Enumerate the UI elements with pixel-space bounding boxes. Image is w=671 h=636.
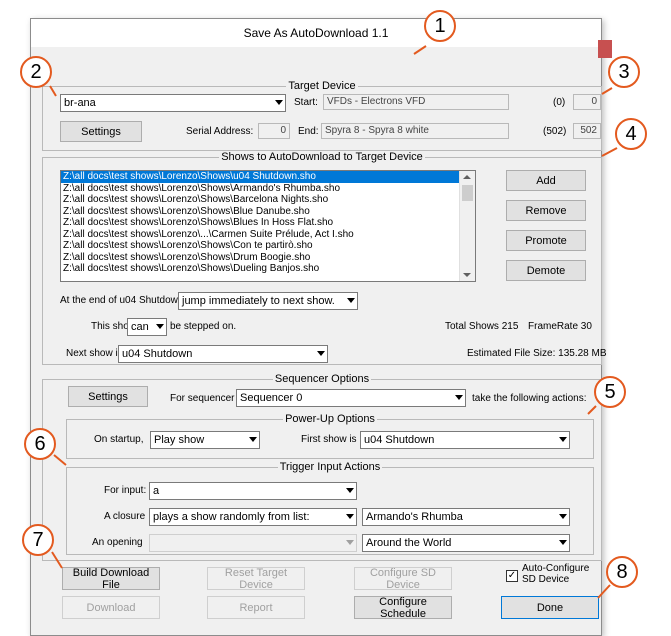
callout-leaders bbox=[49, 45, 618, 599]
leader-6 bbox=[53, 454, 67, 466]
leader-5 bbox=[587, 405, 597, 415]
callout-2: 2 bbox=[20, 56, 52, 88]
leader-8 bbox=[597, 584, 611, 599]
callout-5: 5 bbox=[594, 376, 626, 408]
callout-1: 1 bbox=[424, 10, 456, 42]
callout-3: 3 bbox=[608, 56, 640, 88]
leader-1 bbox=[413, 45, 427, 55]
callout-6: 6 bbox=[24, 428, 56, 460]
callout-8: 8 bbox=[606, 556, 638, 588]
leader-2 bbox=[49, 85, 57, 97]
callout-7: 7 bbox=[22, 524, 54, 556]
leader-3 bbox=[601, 87, 613, 95]
leader-4 bbox=[601, 147, 618, 157]
leader-7 bbox=[51, 551, 63, 569]
callout-4: 4 bbox=[615, 118, 647, 150]
